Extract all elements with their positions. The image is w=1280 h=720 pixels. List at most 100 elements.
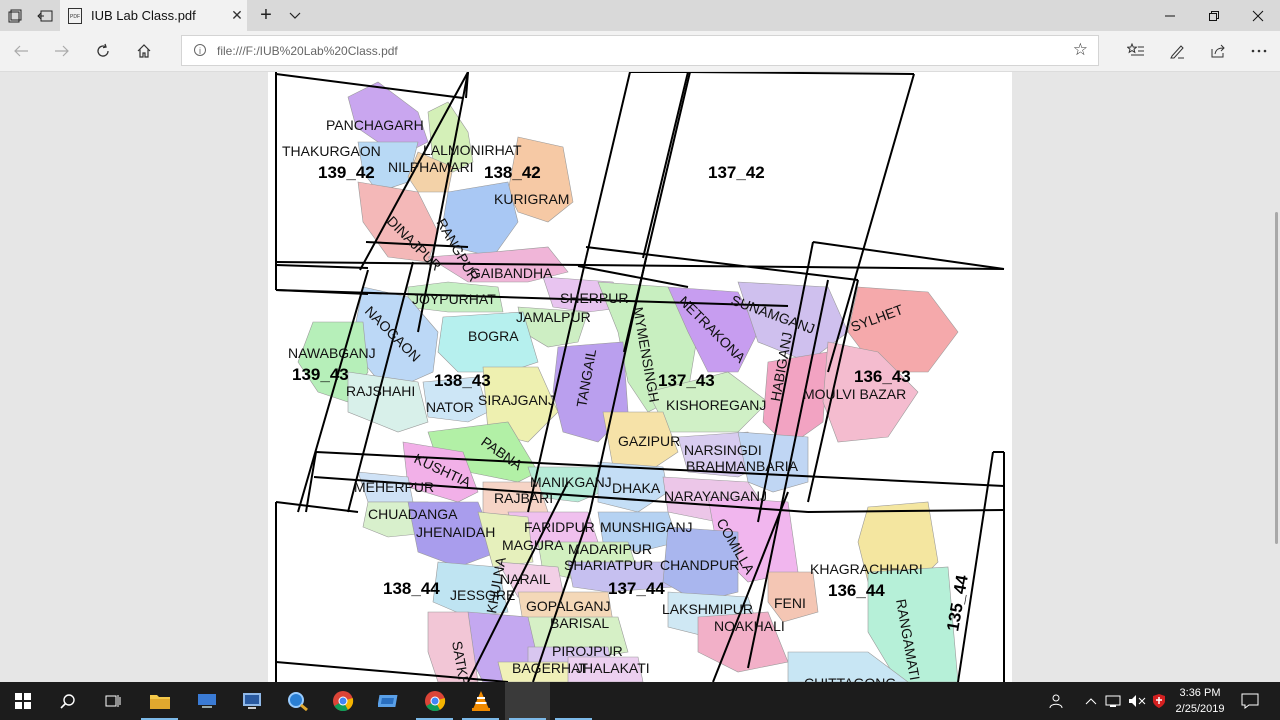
mail-app-icon[interactable] — [366, 682, 411, 720]
district-label: FARIDPUR — [524, 519, 595, 535]
district-label: PIROJPUR — [552, 643, 623, 659]
district-label: RAJSHAHI — [346, 383, 415, 399]
pdf-viewer[interactable]: PANCHAGARH THAKURGAON LALMONIRHAT NILPHAMAR… — [0, 72, 1280, 682]
district-label: JOYPURHAT — [412, 291, 496, 307]
district-label: NILPHAMARI — [388, 159, 474, 175]
district-label: GAIBANDHA — [470, 265, 553, 281]
notification-icon[interactable] — [1238, 682, 1262, 720]
scrollbar-thumb[interactable] — [1275, 212, 1278, 544]
district-label: NATOR — [426, 399, 474, 415]
grid-tile-label: 137_42 — [708, 163, 765, 182]
district-label: DHAKA — [612, 480, 661, 496]
district-label: LALMONIRHAT — [423, 142, 522, 158]
file-explorer-icon[interactable] — [137, 682, 182, 720]
chrome-icon[interactable] — [320, 682, 365, 720]
remote-desktop-icon[interactable] — [229, 682, 274, 720]
district-label: NAWABGANJ — [288, 345, 376, 361]
district-label: KURIGRAM — [494, 191, 569, 207]
grid-tile-label: 137_43 — [658, 371, 715, 390]
favorites-hub-icon[interactable] — [1121, 37, 1151, 65]
district-label: MAGURA — [502, 537, 564, 553]
task-view-icon[interactable] — [90, 682, 135, 720]
forward-icon[interactable] — [47, 37, 77, 65]
map-graphic: PANCHAGARH THAKURGAON LALMONIRHATNILPHAMAR… — [275, 72, 1005, 682]
volume-muted-icon[interactable] — [1126, 682, 1148, 720]
district-label: MEHERPUR — [354, 479, 434, 495]
system-clock[interactable]: 3:36 PM 2/25/2019 — [1166, 685, 1234, 717]
district-label: KHAGRACHHARI — [810, 561, 923, 577]
district-label: RAJBARI — [494, 490, 553, 506]
restore-icon[interactable] — [1192, 0, 1236, 31]
grid-tile-label: 136_44 — [828, 581, 885, 600]
chevron-up-icon[interactable] — [1082, 682, 1100, 720]
chrome-icon[interactable] — [412, 682, 457, 720]
tab-title: IUB Lab Class.pdf — [91, 8, 196, 23]
tab-pdf[interactable]: PDF IUB Lab Class.pdf ✕ — [60, 0, 247, 31]
district-label: THAKURGAON — [282, 143, 381, 159]
district-label: NARAYANGANJ — [664, 488, 767, 504]
address-bar[interactable]: i file:///F:/IUB%20Lab%20Class.pdf ☆ — [181, 35, 1099, 66]
district-label: JESSORE — [450, 587, 515, 603]
search-app-icon[interactable] — [275, 682, 320, 720]
chevron-down-icon[interactable] — [285, 0, 305, 31]
scrollbar[interactable] — [1272, 72, 1280, 682]
district-label: MOULVI BAZAR — [803, 386, 906, 402]
district-label: PANCHAGARH — [326, 117, 424, 133]
url-text: file:///F:/IUB%20Lab%20Class.pdf — [217, 44, 398, 58]
district-label: NARSINGDI — [684, 442, 762, 458]
clock-time: 3:36 PM — [1179, 687, 1221, 699]
new-tab-button[interactable]: + — [256, 0, 276, 31]
home-icon[interactable] — [129, 37, 159, 65]
district-label: MADARIPUR — [568, 541, 652, 557]
pdf-icon: PDF — [68, 7, 82, 24]
navigation-bar: i file:///F:/IUB%20Lab%20Class.pdf ☆ — [0, 31, 1280, 72]
district-label: LAKSHMIPUR — [662, 601, 753, 617]
district-label: SHARIATPUR — [564, 557, 653, 573]
tab-actions-icon[interactable] — [0, 0, 30, 31]
favorite-star-icon[interactable]: ☆ — [1073, 40, 1088, 60]
district-label: JAMALPUR — [516, 309, 591, 325]
district-label: JHENAIDAH — [416, 524, 495, 540]
grid-tile-label: 138_43 — [434, 371, 491, 390]
windows-start-icon[interactable] — [0, 682, 45, 720]
grid-tile-label: 137_44 — [608, 579, 665, 598]
district-label: CHITTAGONG — [804, 675, 896, 682]
district-label: CHANDPUR — [660, 557, 739, 573]
info-icon[interactable]: i — [194, 44, 206, 56]
close-window-icon[interactable] — [1236, 0, 1280, 31]
district-label: SIRAJGANJ — [478, 392, 555, 408]
grid-tile-label: 138_42 — [484, 163, 541, 182]
district-label: GOPALGANJ — [526, 598, 611, 614]
grid-tile-label: 136_43 — [854, 367, 911, 386]
app-icon[interactable] — [551, 682, 596, 720]
district-label: NARAIL — [500, 571, 551, 587]
district-label: MUNSHIGANJ — [600, 519, 693, 535]
refresh-icon[interactable] — [88, 37, 118, 65]
pen-notes-icon[interactable] — [1162, 37, 1192, 65]
grid-tile-label: 138_44 — [383, 579, 440, 598]
district-label: NOAKHALI — [714, 618, 785, 634]
share-icon[interactable] — [1203, 37, 1233, 65]
network-icon[interactable] — [1103, 682, 1125, 720]
taskbar: 3:36 PM 2/25/2019 — [0, 682, 1280, 720]
district-label: KISHOREGANJ — [666, 397, 766, 413]
district-label: BARISAL — [550, 615, 609, 631]
district-label: CHUADANGA — [368, 506, 458, 522]
active-app-icon[interactable] — [505, 682, 550, 720]
district-label: MANIKGANJ — [530, 474, 612, 490]
district-label: GAZIPUR — [618, 433, 680, 449]
grid-tile-label: 139_43 — [292, 365, 349, 384]
district-region — [347, 371, 429, 433]
district-label: JHALAKATI — [576, 660, 650, 676]
vlc-icon[interactable] — [458, 682, 503, 720]
close-tab-icon[interactable]: ✕ — [227, 7, 247, 24]
tab-strip: PDF IUB Lab Class.pdf ✕ + — [0, 0, 1280, 31]
district-label: SHERPUR — [560, 290, 628, 306]
set-tabs-aside-icon[interactable] — [30, 0, 60, 31]
computer-icon[interactable] — [184, 682, 229, 720]
more-options-icon[interactable] — [1244, 37, 1274, 65]
back-icon[interactable] — [6, 37, 36, 65]
people-icon[interactable] — [1046, 682, 1068, 720]
minimize-icon[interactable] — [1148, 0, 1192, 31]
search-icon[interactable] — [45, 682, 90, 720]
